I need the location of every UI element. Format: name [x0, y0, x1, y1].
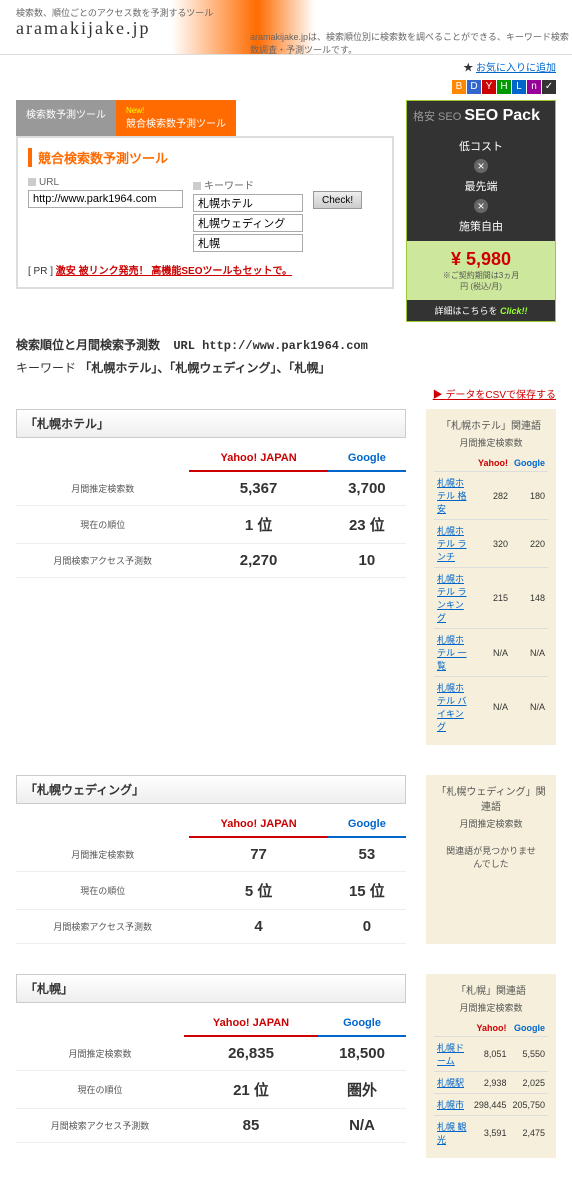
favorites-row: ★ お気に入りに追加: [0, 55, 572, 78]
yahoo-value: 2,270: [189, 544, 327, 578]
yahoo-column: Yahoo! JAPAN: [189, 812, 327, 837]
google-value: 23 位: [328, 506, 406, 544]
tool-title: 競合検索数予測ツール: [28, 148, 382, 167]
keyword-label: 「札幌」: [16, 974, 406, 1003]
google-column: Google: [328, 812, 406, 837]
tab-competitor-prediction[interactable]: New! 競合検索数予測ツール: [116, 100, 236, 136]
keyword-input-1[interactable]: [193, 194, 303, 212]
metric-label: 月間検索アクセス予測数: [16, 1109, 184, 1143]
bookmark-icon[interactable]: H: [497, 80, 511, 94]
yahoo-column: Yahoo! JAPAN: [184, 1011, 318, 1036]
google-value: N/A: [318, 1109, 406, 1143]
related-keyword: 札幌ホテル ランキング: [434, 568, 475, 629]
related-keywords-panel: 「札幌ウェディング」関連語月間推定検索数関連語が見つかりませんでした: [426, 775, 556, 944]
related-keyword: 札幌駅: [434, 1072, 471, 1094]
yahoo-value: 5,367: [189, 471, 327, 506]
keyword-label: 「札幌ウェディング」: [16, 775, 406, 804]
related-keyword: 札幌市: [434, 1094, 471, 1116]
related-keyword: 札幌ホテル バイキング: [434, 677, 475, 738]
yahoo-value: 26,835: [184, 1036, 318, 1071]
pr-line: [ PR ] 激安 被リンク発売！ 高機能SEOツールもセットで。: [28, 262, 382, 277]
check-button[interactable]: Check!: [313, 191, 362, 209]
related-keyword: 札幌ホテル 一覧: [434, 629, 475, 677]
related-keyword: 札幌ホテル 格安: [434, 472, 475, 520]
metric-label: 現在の順位: [16, 1071, 184, 1109]
metric-label: 現在の順位: [16, 506, 189, 544]
metric-label: 月間検索アクセス予測数: [16, 544, 189, 578]
yahoo-column: Yahoo! JAPAN: [189, 446, 327, 471]
csv-export-link[interactable]: データをCSVで保存する: [433, 390, 556, 401]
google-column: Google: [328, 446, 406, 471]
bookmark-icon[interactable]: L: [512, 80, 526, 94]
related-keywords-panel: 「札幌ホテル」関連語月間推定検索数Yahoo!Google札幌ホテル 格安282…: [426, 409, 556, 745]
google-value: 18,500: [318, 1036, 406, 1071]
tool-tabs: 検索数予測ツール New! 競合検索数予測ツール: [16, 100, 394, 136]
result-heading: 検索順位と月間検索予測数 URL http://www.park1964.com: [0, 336, 572, 353]
bookmark-icon[interactable]: Y: [482, 80, 496, 94]
metric-label: 現在の順位: [16, 872, 189, 910]
x-icon: ×: [474, 159, 488, 173]
yahoo-value: 21 位: [184, 1071, 318, 1109]
site-header: 検索数、順位ごとのアクセス数を予測するツール aramakijake.jp ar…: [0, 0, 572, 55]
yahoo-value: 1 位: [189, 506, 327, 544]
google-value: 3,700: [328, 471, 406, 506]
yahoo-value: 85: [184, 1109, 318, 1143]
bookmark-icons: BDYHLn✓: [0, 78, 572, 100]
pr-link[interactable]: 激安 被リンク発売！ 高機能SEOツールもセットで。: [56, 266, 292, 277]
metric-label: 月間検索アクセス予測数: [16, 910, 189, 944]
tab-search-prediction[interactable]: 検索数予測ツール: [16, 100, 116, 136]
yahoo-value: 4: [189, 910, 327, 944]
google-column: Google: [318, 1011, 406, 1036]
metric-label: 月間推定検索数: [16, 1036, 184, 1071]
bookmark-icon[interactable]: D: [467, 80, 481, 94]
result-keywords: キーワード 「札幌ホテル」、「札幌ウェディング」、「札幌」: [0, 359, 572, 376]
add-favorite-link[interactable]: お気に入りに追加: [476, 63, 556, 74]
seo-pack-ad[interactable]: 格安 SEO SEO Pack 低コスト × 最先端 × 施策自由 ¥ 5,98…: [406, 100, 556, 322]
url-label: URL: [28, 177, 183, 188]
google-value: 10: [328, 544, 406, 578]
metric-label: 月間推定検索数: [16, 837, 189, 872]
keyword-input-3[interactable]: [193, 234, 303, 252]
google-value: 15 位: [328, 872, 406, 910]
new-badge: New!: [126, 106, 226, 115]
related-keyword: 札幌ホテル ランチ: [434, 520, 475, 568]
bookmark-icon[interactable]: ✓: [542, 80, 556, 94]
x-icon: ×: [474, 199, 488, 213]
keyword-label: 「札幌ホテル」: [16, 409, 406, 438]
bookmark-icon[interactable]: B: [452, 80, 466, 94]
google-value: 53: [328, 837, 406, 872]
related-keywords-panel: 「札幌」関連語月間推定検索数Yahoo!Google札幌ドーム8,0515,55…: [426, 974, 556, 1158]
related-keyword: 札幌ドーム: [434, 1037, 471, 1072]
bookmark-icon[interactable]: n: [527, 80, 541, 94]
logo[interactable]: aramakijake.jp: [16, 18, 150, 39]
keyword-label: キーワード: [193, 177, 303, 192]
site-description: aramakijake.jpは、検索順位別に検索数を調べることができる、キーワー…: [250, 30, 572, 56]
google-value: 圏外: [318, 1071, 406, 1109]
yahoo-value: 77: [189, 837, 327, 872]
url-input[interactable]: [28, 190, 183, 208]
keyword-input-2[interactable]: [193, 214, 303, 232]
yahoo-value: 5 位: [189, 872, 327, 910]
related-keyword: 札幌 観光: [434, 1116, 471, 1151]
tool-form: 競合検索数予測ツール URL キーワード Check! [ PR ]: [16, 136, 394, 289]
metric-label: 月間推定検索数: [16, 471, 189, 506]
google-value: 0: [328, 910, 406, 944]
